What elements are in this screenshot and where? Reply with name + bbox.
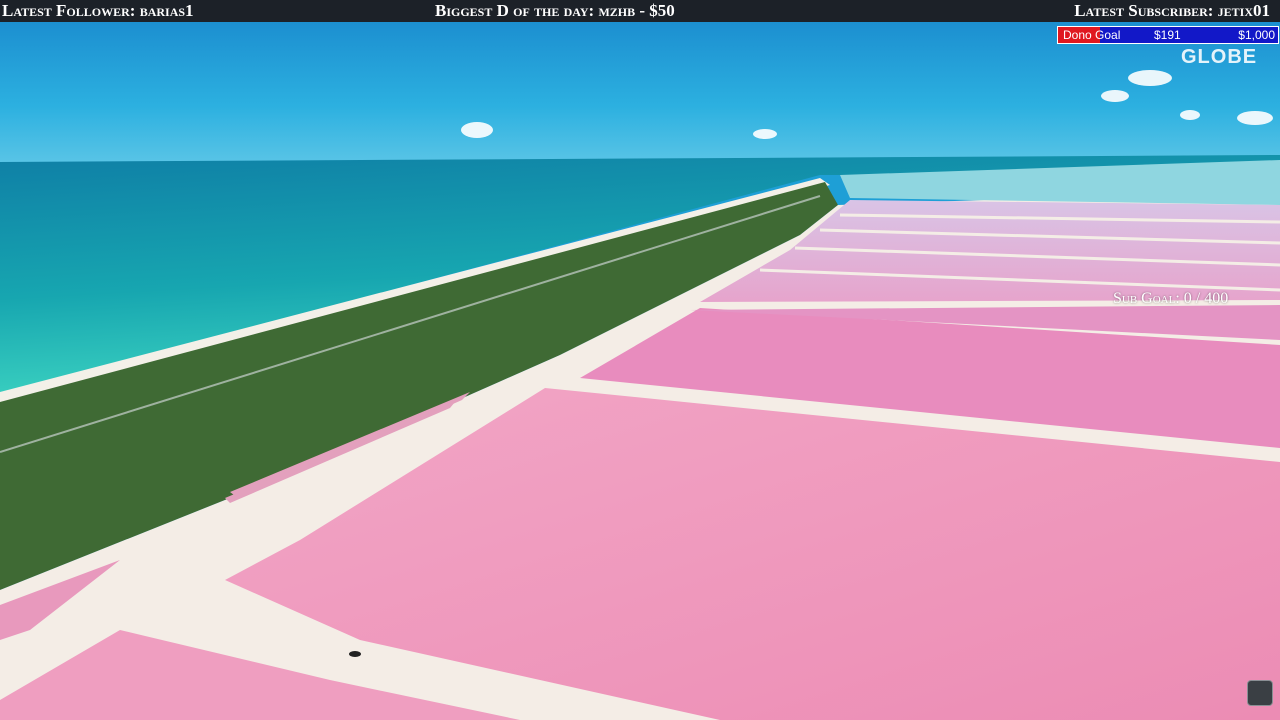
donation-goal-bar: Dono Goal $191 $1,000 xyxy=(1057,26,1279,44)
channel-watermark: GLOBE xyxy=(1181,46,1258,68)
biggest-donation-text: Biggest D of the day: mzhb - $50 xyxy=(435,1,675,20)
donation-goal-target: $1,000 xyxy=(1238,28,1275,42)
donation-goal-label: Dono Goal xyxy=(1063,28,1121,42)
donation-goal-current: $191 xyxy=(1154,28,1181,42)
latest-subscriber-text: Latest Subscriber: jetix01 xyxy=(1074,1,1270,20)
stream-alert-bar: Latest Follower: barias1 Biggest D of th… xyxy=(0,0,1280,22)
sub-goal-text: Sub Goal: 0 / 400 xyxy=(1113,290,1229,307)
aerial-video-frame xyxy=(0,22,1280,720)
latest-follower-text: Latest Follower: barias1 xyxy=(2,1,194,20)
vehicle xyxy=(349,651,361,657)
channel-logo-icon xyxy=(1247,680,1273,706)
